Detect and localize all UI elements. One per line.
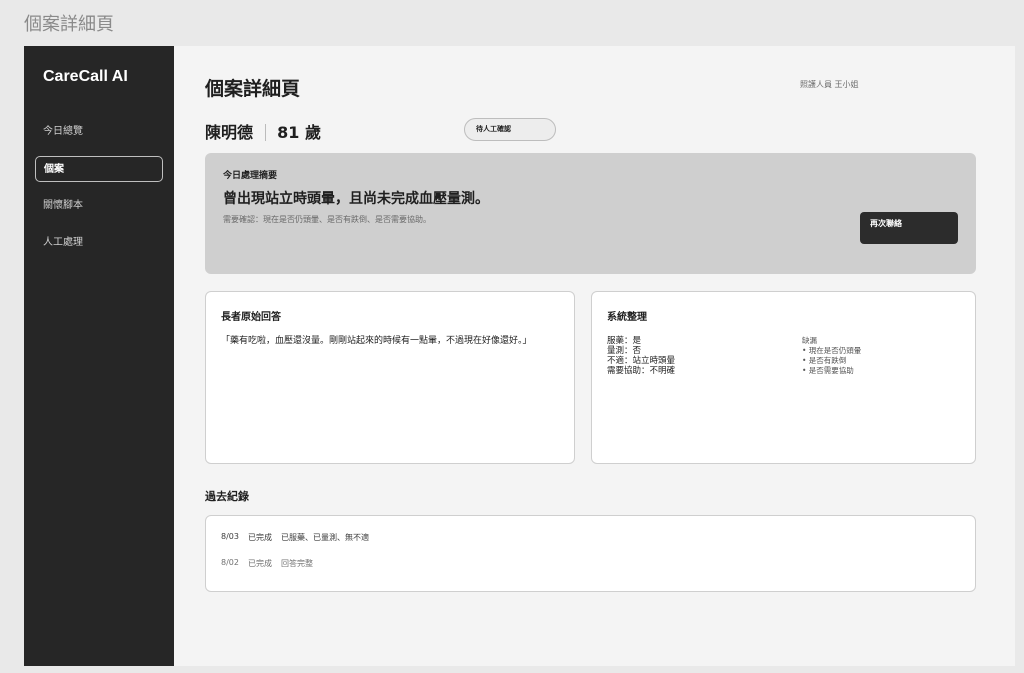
fact-item: 不適：站立時頭暈: [607, 356, 676, 366]
summary-headline: 曾出現站立時頭暈，且尚未完成血壓量測。: [223, 191, 489, 207]
sidebar: CareCall AI 今日總覽 個案 關懷腳本 人工處理: [24, 46, 174, 666]
summary-label: 今日處理摘要: [223, 171, 278, 181]
missing-list: 缺漏 • 現在是否仍頭暈 • 是否有跌倒 • 是否需要協助: [802, 336, 861, 376]
recontact-button[interactable]: 再次聯絡: [860, 212, 958, 244]
divider: [264, 124, 266, 141]
history-status: 已完成: [247, 559, 272, 568]
app-window: CareCall AI 今日總覽 個案 關懷腳本 人工處理 個案詳細頁 照護人員…: [24, 46, 1015, 666]
caregiver-label: 照護人員 王小姐: [800, 80, 859, 89]
fact-list: 服藥：是 量測：否 不適：站立時頭暈 需要協助：不明確: [607, 336, 675, 376]
sidebar-item-overview[interactable]: 今日總覽: [35, 119, 163, 145]
raw-answer-title: 長者原始回答: [221, 312, 281, 323]
patient-age: 81 歲: [277, 123, 322, 142]
fact-item: 服藥：是: [607, 336, 642, 346]
missing-item: • 是否有跌倒: [802, 356, 847, 365]
system-summary-title: 系統整理: [607, 312, 647, 323]
patient-name: 陳明德: [205, 123, 254, 142]
summary-detail: 需要確認：現在是否仍頭暈、是否有跌倒、是否需要協助。: [223, 215, 431, 224]
missing-title: 缺漏: [802, 336, 817, 345]
page-title: 個案詳細頁: [205, 78, 301, 100]
raw-answer-card: 長者原始回答 「藥有吃啦，血壓還沒量。剛剛站起來的時候有一點暈，不過現在好像還好…: [205, 291, 575, 464]
history-card: 8/03 已完成 已服藥、已量測、無不適 8/02 已完成 回答完整: [205, 515, 976, 592]
history-note: 已服藥、已量測、無不適: [280, 533, 369, 542]
system-summary-card: 系統整理 服藥：是 量測：否 不適：站立時頭暈 需要協助：不明確 缺漏 • 現在…: [591, 291, 976, 464]
fact-item: 量測：否: [607, 346, 642, 356]
sidebar-item-care-scripts[interactable]: 關懷腳本: [35, 193, 163, 219]
daily-summary-panel: 今日處理摘要 曾出現站立時頭暈，且尚未完成血壓量測。 需要確認：現在是否仍頭暈、…: [205, 153, 976, 274]
history-title: 過去紀錄: [205, 490, 249, 503]
history-note: 回答完整: [280, 559, 313, 568]
patient-heading: 陳明德 81 歲: [205, 119, 321, 143]
raw-answer-text: 「藥有吃啦，血壓還沒量。剛剛站起來的時候有一點暈，不過現在好像還好。」: [221, 336, 532, 346]
frame-title: 個案詳細頁: [24, 14, 114, 35]
sidebar-item-manual-handling[interactable]: 人工處理: [35, 230, 163, 256]
history-row: 8/02 已完成 回答完整: [221, 558, 960, 569]
brand-logo: CareCall AI: [43, 68, 128, 85]
sidebar-item-cases[interactable]: 個案: [35, 156, 163, 182]
main-content: 個案詳細頁 照護人員 王小姐 陳明德 81 歲 待人工確認 今日處理摘要 曾出現…: [174, 46, 1015, 666]
missing-item: • 是否需要協助: [802, 366, 854, 375]
status-badge: 待人工確認: [464, 118, 556, 141]
fact-item: 需要協助：不明確: [607, 366, 676, 376]
history-date: 8/03: [221, 532, 239, 541]
missing-item: • 現在是否仍頭暈: [802, 346, 862, 355]
history-date: 8/02: [221, 558, 239, 567]
history-status: 已完成: [247, 533, 272, 542]
history-row: 8/03 已完成 已服藥、已量測、無不適: [221, 532, 960, 543]
